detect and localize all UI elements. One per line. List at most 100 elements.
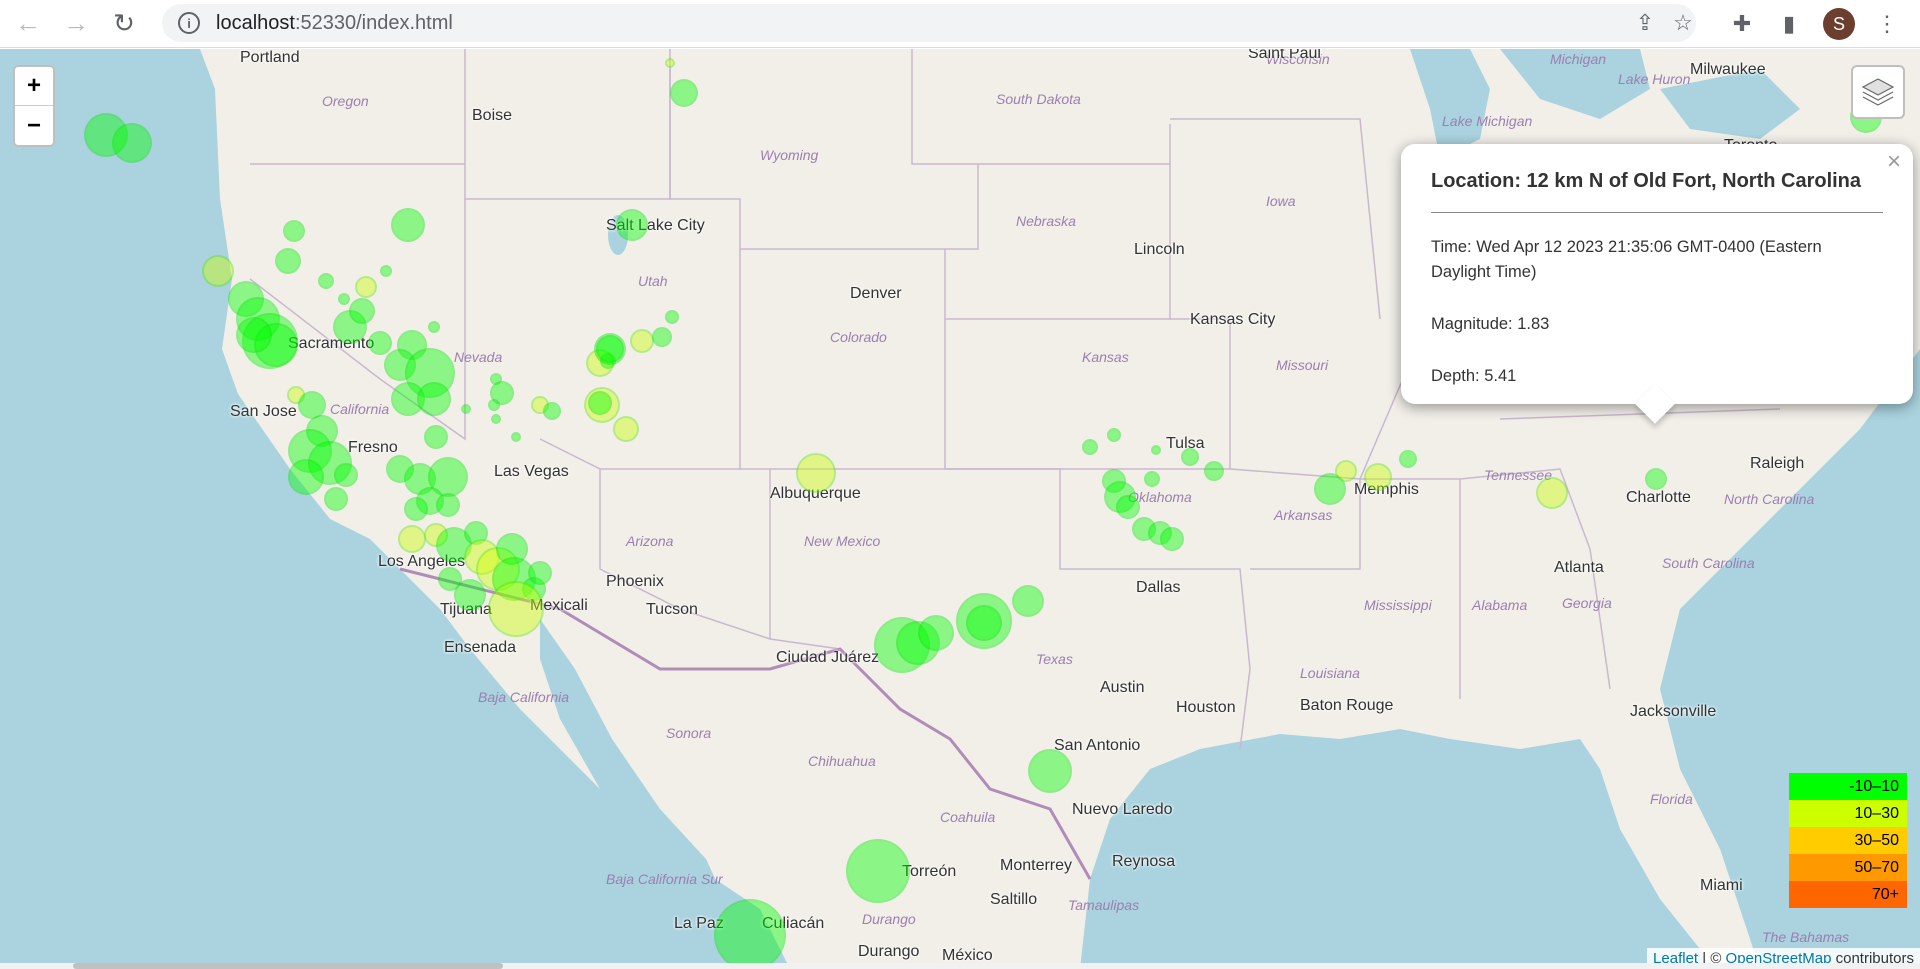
region-label: Baja California [478,689,570,705]
region-label: Lake Michigan [1442,113,1533,129]
layers-control-button[interactable] [1851,65,1905,119]
earthquake-marker[interactable] [588,391,612,415]
earthquake-marker[interactable] [1181,448,1199,466]
url-host: localhost [216,11,295,34]
share-icon[interactable]: ⇪ [1632,10,1658,36]
earthquake-marker[interactable] [488,399,500,411]
earthquake-marker[interactable] [511,432,521,442]
earthquake-marker[interactable] [428,321,440,333]
earthquake-marker[interactable] [670,79,698,107]
site-info-icon[interactable]: i [178,12,200,34]
earthquake-marker[interactable] [543,402,561,420]
earthquake-marker[interactable] [652,327,672,347]
earthquake-marker[interactable] [1335,460,1357,482]
legend-row: 30–50 [1789,827,1907,854]
place-label: Baton Rouge [1300,697,1394,714]
earthquake-marker[interactable] [112,123,152,163]
place-label: Austin [1100,679,1145,696]
earthquake-marker[interactable] [1151,445,1161,455]
side-panel-icon[interactable]: ▮ [1774,9,1804,39]
back-icon[interactable]: ← [8,4,48,44]
zoom-in-button[interactable]: + [15,67,53,106]
earthquake-marker[interactable] [324,487,348,511]
earthquake-marker[interactable] [1160,527,1184,551]
earthquake-marker[interactable] [528,561,552,585]
zoom-out-button[interactable]: − [15,106,53,145]
browser-toolbar: ← → ↻ i localhost:52330/index.html ⇪ ☆ ✚… [0,0,1920,48]
popup-magnitude: Magnitude: 1.83 [1431,315,1550,333]
earthquake-marker[interactable] [1144,471,1160,487]
place-label: Houston [1176,699,1236,716]
earthquake-marker[interactable] [288,459,324,495]
reload-icon[interactable]: ↻ [104,4,144,44]
place-label: Monterrey [1000,857,1073,874]
place-label: Torreón [902,863,957,880]
earthquake-marker[interactable] [355,276,377,298]
earthquake-marker[interactable] [380,265,392,277]
earthquake-marker[interactable] [1107,428,1121,442]
earthquake-marker[interactable] [349,298,375,324]
earthquake-marker[interactable] [613,416,639,442]
leaflet-map[interactable]: Oregon Wyoming South Dakota Wisconsin Michig… [0,49,1920,969]
earthquake-marker[interactable] [461,404,471,414]
legend-row: 50–70 [1789,854,1907,881]
earthquake-marker[interactable] [318,273,334,289]
horizontal-scrollbar[interactable] [0,963,1920,969]
place-label: Phoenix [606,573,664,590]
earthquake-marker[interactable] [1536,477,1568,509]
profile-avatar[interactable]: S [1823,8,1855,40]
earthquake-marker[interactable] [918,615,954,651]
earthquake-marker[interactable] [1012,585,1044,617]
earthquake-marker[interactable] [490,373,502,385]
region-label: Colorado [830,329,887,345]
earthquake-marker[interactable] [202,255,234,287]
earthquake-marker[interactable] [404,497,428,521]
earthquake-marker[interactable] [796,453,836,493]
earthquake-marker[interactable] [491,414,501,424]
earthquake-marker[interactable] [368,331,392,355]
earthquake-marker[interactable] [438,567,462,591]
place-label: Miami [1700,877,1743,894]
earthquake-marker[interactable] [338,293,350,305]
earthquake-marker[interactable] [1116,495,1140,519]
earthquake-marker[interactable] [665,58,675,68]
earthquake-marker[interactable] [488,581,544,637]
extensions-icon[interactable]: ✚ [1727,9,1757,39]
region-label: Baja California Sur [606,871,723,887]
earthquake-marker[interactable] [1028,749,1072,793]
earthquake-marker[interactable] [665,310,679,324]
earthquake-marker[interactable] [334,463,358,487]
earthquake-marker[interactable] [283,220,305,242]
region-label: Lake Huron [1618,71,1691,87]
earthquake-marker[interactable] [391,208,425,242]
earthquake-marker[interactable] [424,425,448,449]
region-label: South Carolina [1662,555,1755,571]
earthquake-marker[interactable] [630,329,654,353]
earthquake-marker[interactable] [1645,468,1667,490]
earthquake-marker[interactable] [846,839,910,903]
earthquake-marker[interactable] [596,335,624,363]
earthquake-marker[interactable] [417,382,451,416]
region-label: Michigan [1550,51,1607,67]
popup-close-button[interactable]: × [1887,148,1901,176]
earthquake-marker[interactable] [398,525,426,553]
earthquake-marker[interactable] [1364,463,1392,491]
earthquake-marker[interactable] [1399,450,1417,468]
region-label: Kansas [1082,349,1129,365]
earthquake-marker[interactable] [275,248,301,274]
earthquake-marker[interactable] [1082,439,1098,455]
earthquake-marker[interactable] [436,493,460,517]
scrollbar-thumb[interactable] [73,963,503,969]
earthquake-marker[interactable] [1204,461,1224,481]
bookmark-star-icon[interactable]: ☆ [1670,10,1696,36]
url-path: :52330/index.html [294,11,453,34]
earthquake-marker[interactable] [616,209,648,241]
url-text[interactable]: localhost:52330/index.html [216,12,453,35]
earthquake-marker[interactable] [714,899,786,969]
earthquake-marker[interactable] [966,605,1002,641]
forward-icon[interactable]: → [56,4,96,44]
address-bar[interactable]: i localhost:52330/index.html ⇪ ☆ [162,4,1696,42]
region-label: Oregon [322,93,369,109]
earthquake-marker[interactable] [236,317,272,353]
menu-kebab-icon[interactable]: ⋮ [1872,9,1902,39]
